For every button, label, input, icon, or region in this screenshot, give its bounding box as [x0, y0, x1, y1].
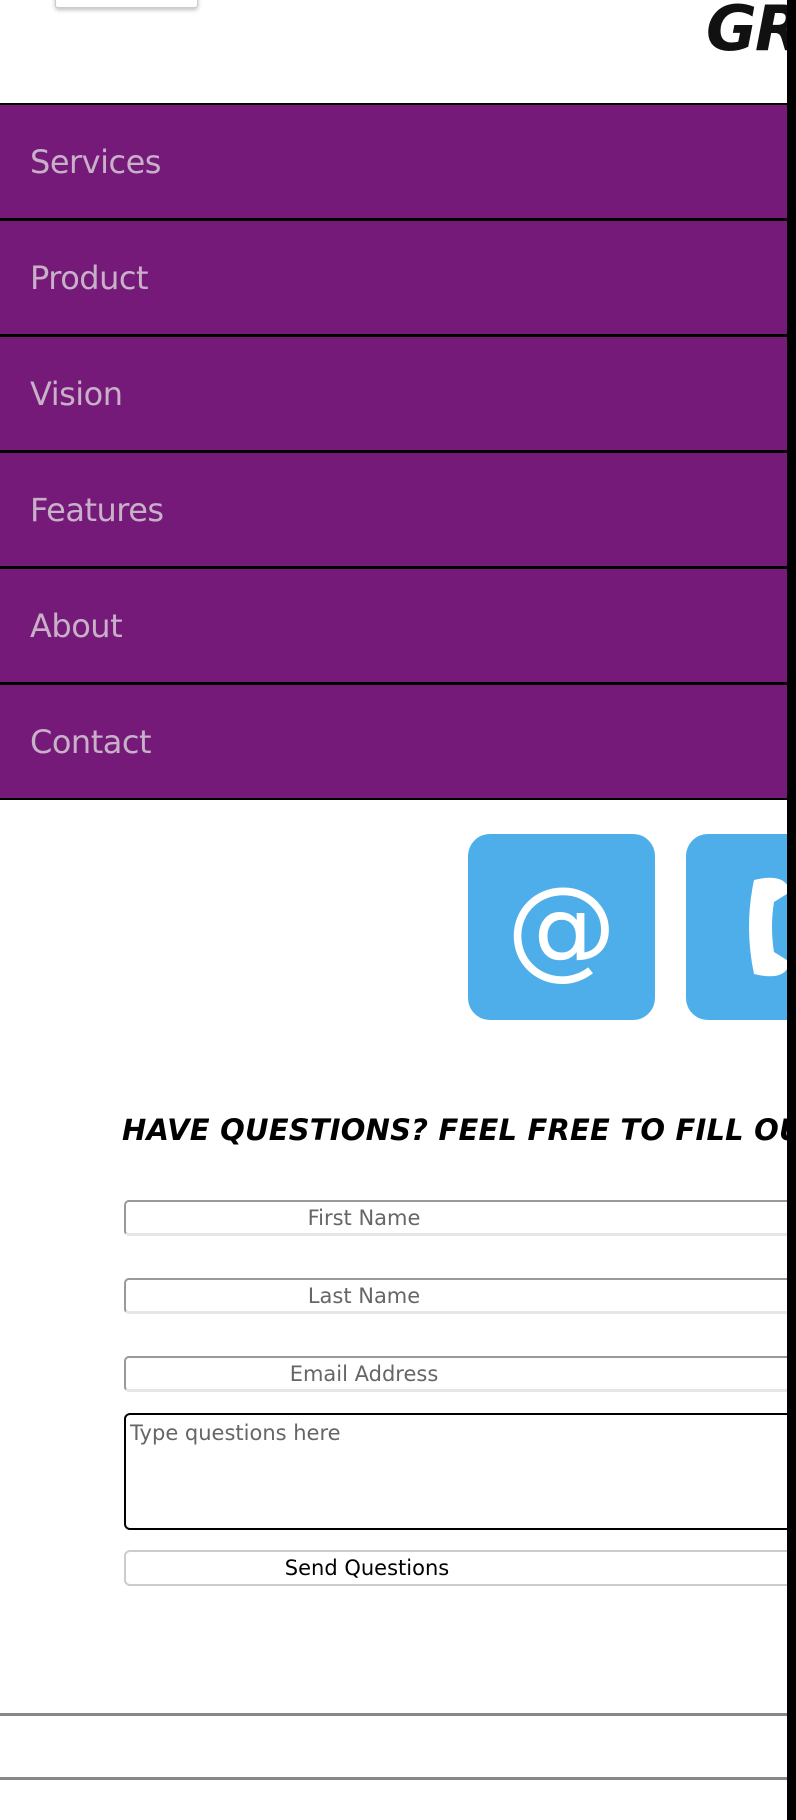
nav-item-features[interactable]: Features — [0, 453, 787, 569]
form-heading: HAVE QUESTIONS? FEEL FREE TO FILL OUT TH… — [122, 1113, 787, 1147]
main-nav: Services Product Vision Features About C… — [0, 103, 787, 800]
nav-item-label: Contact — [30, 722, 152, 761]
email-icon[interactable]: @ — [468, 834, 655, 1020]
footer-divider — [0, 1777, 787, 1780]
nav-item-label: Vision — [30, 374, 123, 413]
nav-item-label: Features — [30, 490, 164, 529]
nav-item-contact[interactable]: Contact — [0, 685, 787, 800]
menu-toggle-button[interactable] — [55, 0, 198, 8]
nav-item-vision[interactable]: Vision — [0, 337, 787, 453]
phone-icon[interactable] — [686, 834, 787, 1020]
nav-item-about[interactable]: About — [0, 569, 787, 685]
nav-item-label: Product — [30, 258, 149, 297]
nav-item-label: Services — [30, 142, 161, 181]
last-name-field[interactable] — [124, 1278, 787, 1314]
at-symbol: @ — [506, 863, 617, 991]
nav-item-services[interactable]: Services — [0, 105, 787, 221]
nav-item-label: About — [30, 606, 123, 645]
first-name-field[interactable] — [124, 1200, 787, 1236]
send-questions-button[interactable]: Send Questions — [124, 1550, 787, 1586]
page: GR Services Product Vision Features Abou… — [0, 0, 787, 1820]
questions-textarea[interactable] — [124, 1413, 787, 1530]
footer-divider — [0, 1713, 787, 1716]
site-logo[interactable]: GR — [706, 0, 787, 65]
nav-item-product[interactable]: Product — [0, 221, 787, 337]
email-field[interactable] — [124, 1356, 787, 1392]
phone-handset-glyph — [749, 877, 787, 977]
